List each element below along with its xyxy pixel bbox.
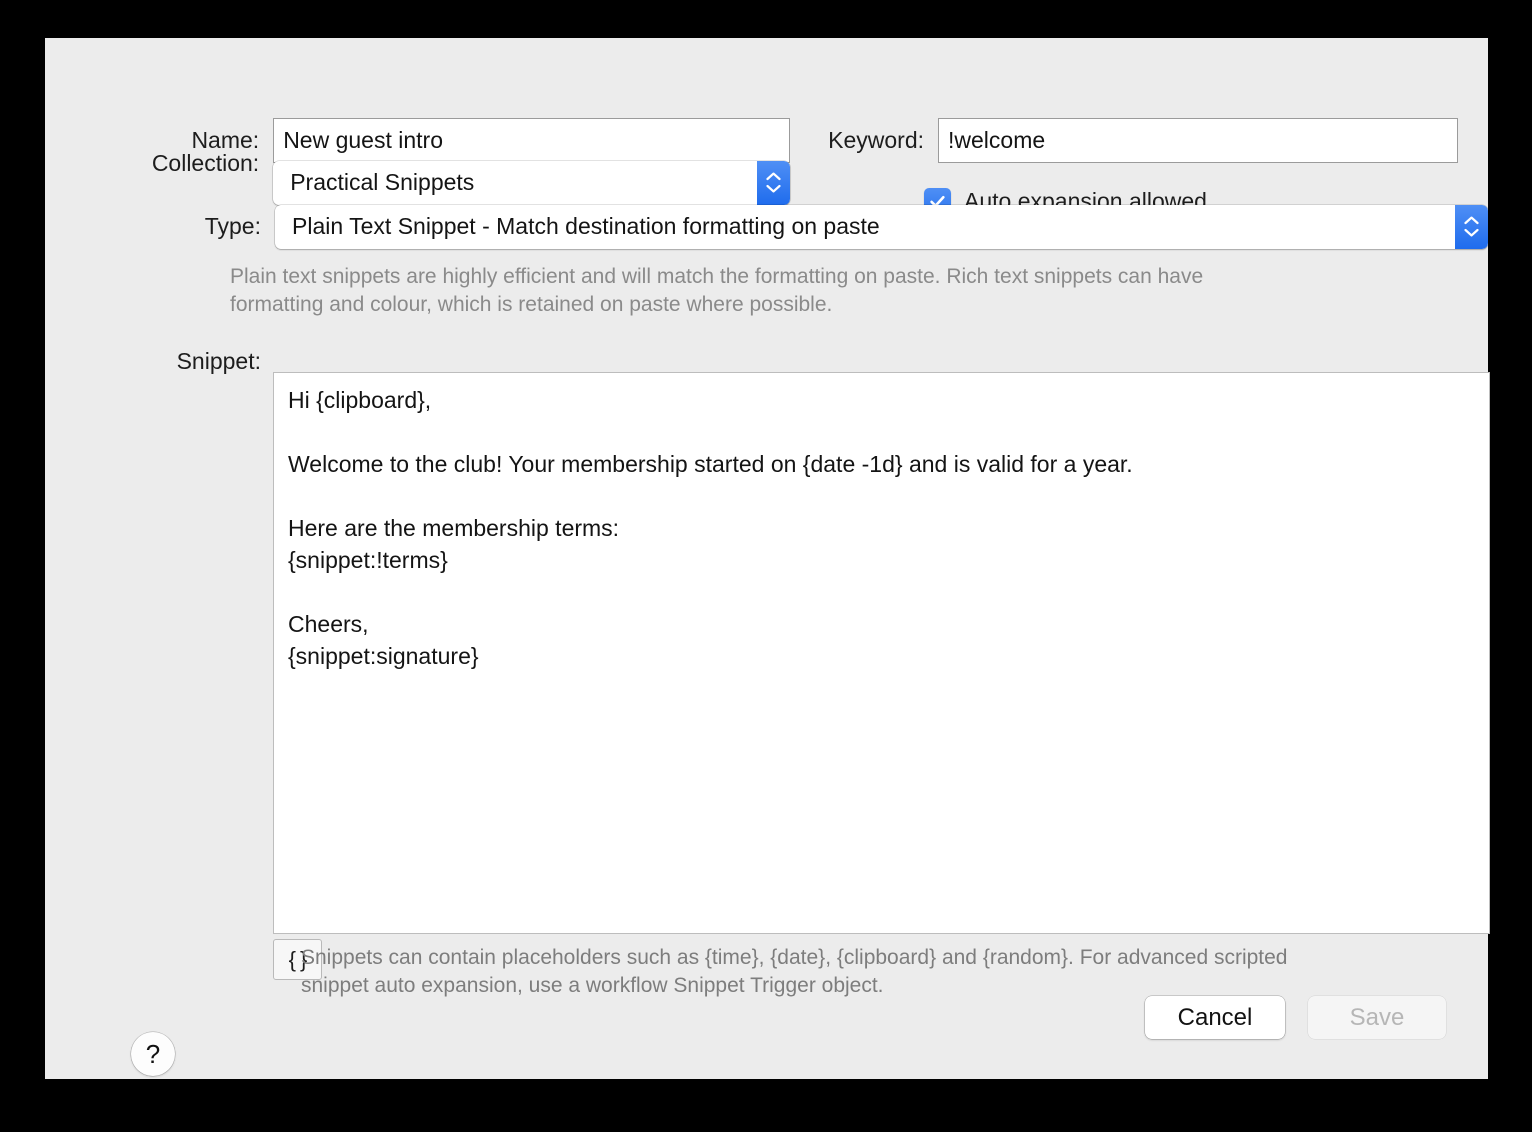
chevron-updown-icon	[757, 160, 790, 205]
snippet-textarea[interactable]: Hi {clipboard}, Welcome to the club! You…	[273, 372, 1490, 934]
help-button[interactable]: ?	[131, 1032, 175, 1076]
collection-dropdown-value: Practical Snippets	[290, 169, 475, 195]
type-description: Plain text snippets are highly efficient…	[230, 265, 1204, 316]
snippet-label: Snippet:	[176, 348, 261, 374]
keyword-input[interactable]: !welcome	[938, 118, 1458, 163]
chevron-updown-icon	[1455, 204, 1488, 249]
keyword-label: Keyword:	[828, 127, 924, 153]
chevron-up-icon	[1464, 216, 1479, 225]
type-dropdown[interactable]: Plain Text Snippet - Match destination f…	[275, 204, 1488, 249]
collection-label: Collection:	[151, 150, 260, 176]
type-row: Type: Plain Text Snippet - Match destina…	[45, 204, 1488, 249]
chevron-up-icon	[766, 172, 781, 181]
keyword-row: Keyword: !welcome	[793, 118, 1488, 163]
type-dropdown-value: Plain Text Snippet - Match destination f…	[292, 213, 880, 239]
save-button[interactable]: Save	[1308, 996, 1446, 1039]
cancel-button[interactable]: Cancel	[1145, 996, 1285, 1039]
placeholder-hint: Snippets can contain placeholders such a…	[301, 946, 1288, 997]
type-label: Type:	[204, 213, 261, 239]
collection-row: Collection: Practical Snippets	[45, 141, 790, 205]
chevron-down-icon	[1464, 228, 1479, 237]
snippet-editor-dialog: Name: New guest intro Keyword: !welcome …	[45, 38, 1490, 1079]
collection-dropdown[interactable]: Practical Snippets	[273, 160, 790, 205]
chevron-down-icon	[766, 184, 781, 193]
